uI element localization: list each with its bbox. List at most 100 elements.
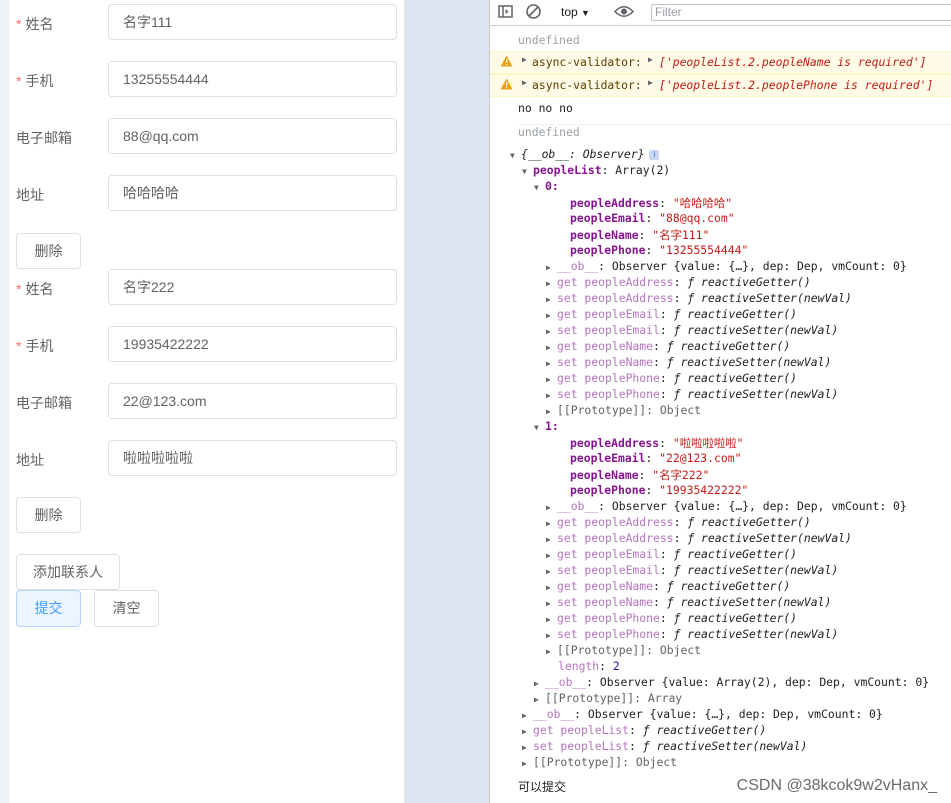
filter-input[interactable]: Filter [651, 4, 951, 21]
tree-line[interactable]: ▶ get peopleName: ƒ reactiveGetter() [546, 339, 951, 353]
accessor-line: set peopleEmail: ƒ reactiveSetter(newVal… [557, 563, 839, 577]
context-selector[interactable]: top ▼ [561, 5, 590, 19]
label-text: 姓名 [25, 16, 54, 32]
expand-arrow-icon[interactable]: ▶ [546, 567, 557, 576]
expand-arrow-icon[interactable]: ▶ [546, 599, 557, 608]
expand-arrow-icon[interactable]: ▶ [546, 359, 557, 368]
collapse-arrow-icon[interactable]: ▼ [510, 151, 521, 160]
accessor-line: get peopleList: ƒ reactiveGetter() [533, 723, 767, 737]
tree-line[interactable]: ▶ get peoplePhone: ƒ reactiveGetter() [546, 611, 951, 625]
address-input-1[interactable]: 哈哈哈哈 [108, 175, 397, 211]
dropdown-arrow-icon: ▼ [581, 8, 590, 18]
collapse-arrow-icon[interactable]: ▼ [522, 167, 533, 176]
expand-arrow-icon[interactable]: ▶ [546, 407, 557, 416]
expand-arrow-icon[interactable]: ▶ [546, 263, 557, 272]
expand-arrow-icon[interactable]: ▶ [546, 551, 557, 560]
tree-line[interactable]: ▶ __ob__: Observer {value: {…}, dep: Dep,… [522, 707, 951, 721]
live-expression-eye-icon[interactable] [613, 4, 635, 22]
tree-line[interactable]: ▼ 0: [534, 179, 951, 193]
phone-label-2: * 手机 [16, 336, 53, 356]
delete-button-1[interactable]: 删除 [16, 233, 81, 269]
expand-arrow-icon[interactable]: ▶ [522, 711, 533, 720]
clear-console-icon[interactable] [525, 3, 542, 23]
tree-line[interactable]: ▶ get peoplePhone: ƒ reactiveGetter() [546, 371, 951, 385]
clear-button[interactable]: 清空 [94, 590, 159, 627]
expand-arrow-icon[interactable]: ▶ [546, 519, 557, 528]
expand-arrow-icon[interactable]: ▶ [546, 615, 557, 624]
tree-line[interactable]: ▶ set peopleAddress: ƒ reactiveSetter(new… [546, 531, 951, 545]
expand-arrow-icon[interactable]: ▶ [546, 391, 557, 400]
tree-line[interactable]: ▼ 1: [534, 419, 951, 433]
accessor-line: get peopleAddress: ƒ reactiveGetter() [557, 515, 811, 529]
tree-line[interactable]: ▶ set peopleEmail: ƒ reactiveSetter(newVa… [546, 563, 951, 577]
tree-property: peoplePhone: "19935422222" [570, 483, 749, 497]
tree-line[interactable]: ▶ set peoplePhone: ƒ reactiveSetter(newVa… [546, 627, 951, 641]
expand-arrow-icon[interactable]: ▶ [546, 583, 557, 592]
property-key: peoplePhone [570, 243, 646, 257]
collapse-arrow-icon[interactable]: ▼ [534, 423, 545, 432]
tree-line[interactable]: ▶ set peopleName: ƒ reactiveSetter(newVal… [546, 595, 951, 609]
expand-arrow-icon[interactable]: ▶ [522, 743, 533, 752]
tree-line[interactable]: ▶ [[Prototype]]: Object [522, 755, 951, 769]
tree-line[interactable]: ▼ {__ob__: Observer} i [510, 147, 951, 161]
expand-arrow-icon[interactable]: ▶ [546, 311, 557, 320]
tree-line[interactable]: ▶ set peopleEmail: ƒ reactiveSetter(newVa… [546, 323, 951, 337]
tree-line[interactable]: ▶ [[Prototype]]: Object [546, 403, 951, 417]
expand-arrow-icon[interactable]: ▶ [522, 727, 533, 736]
submit-button[interactable]: 提交 [16, 590, 81, 627]
tree-line[interactable]: ▶ __ob__: Observer {value: {…}, dep: Dep,… [546, 499, 951, 513]
tree-line[interactable]: ▶ get peopleEmail: ƒ reactiveGetter() [546, 547, 951, 561]
expand-arrow-icon[interactable]: ▶ [546, 279, 557, 288]
address-input-2[interactable]: 啦啦啦啦啦 [108, 440, 397, 476]
expand-arrow-icon[interactable]: ▶ [546, 503, 557, 512]
tree-line[interactable]: ▶ set peopleAddress: ƒ reactiveSetter(new… [546, 291, 951, 305]
name-input-2[interactable]: 名字222 [108, 269, 397, 305]
property-value: ƒ reactiveGetter() [673, 371, 798, 385]
prototype-line: [[Prototype]]: Object [557, 403, 702, 417]
accessor-line: get peopleEmail: ƒ reactiveGetter() [557, 547, 798, 561]
tree-line[interactable]: ▶ set peopleName: ƒ reactiveSetter(newVal… [546, 355, 951, 369]
expand-arrow-icon[interactable]: ▶ [546, 375, 557, 384]
email-input-1[interactable]: 88@qq.com [108, 118, 397, 154]
tree-line[interactable]: ▶ get peopleAddress: ƒ reactiveGetter() [546, 275, 951, 289]
phone-input-2[interactable]: 19935422222 [108, 326, 397, 362]
property-key: get peoplePhone [557, 611, 660, 625]
tree-line[interactable]: ▶ set peopleList: ƒ reactiveSetter(newVal… [522, 739, 951, 753]
collapse-arrow-icon[interactable]: ▼ [534, 183, 545, 192]
tree-line[interactable]: ▶ get peopleEmail: ƒ reactiveGetter() [546, 307, 951, 321]
email-input-2[interactable]: 22@123.com [108, 383, 397, 419]
tree-property: peopleList: Array(2) [533, 163, 671, 177]
tree-line[interactable]: ▶ __ob__: Observer {value: Array(2), dep:… [534, 675, 951, 689]
expand-arrow-icon[interactable]: ▶ [546, 295, 557, 304]
phone-input-1[interactable]: 13255554444 [108, 61, 397, 97]
expand-arrow-icon[interactable]: ▶ [546, 327, 557, 336]
property-value: ƒ reactiveSetter(newVal) [642, 739, 808, 753]
accessor-line: set peopleAddress: ƒ reactiveSetter(newV… [557, 531, 852, 545]
delete-button-2[interactable]: 删除 [16, 497, 81, 533]
tree-line[interactable]: ▶ [[Prototype]]: Array [534, 691, 951, 705]
tree-line[interactable]: ▶ set peoplePhone: ƒ reactiveSetter(newVa… [546, 387, 951, 401]
expand-arrow-icon[interactable]: ▶ [546, 631, 557, 640]
expand-arrow-icon[interactable]: ▶ [522, 759, 533, 768]
tree-line[interactable]: ▶ __ob__: Observer {value: {…}, dep: Dep,… [546, 259, 951, 273]
required-mark: * [16, 281, 22, 297]
property-value: Observer {value: {…}, dep: Dep, vmCount:… [611, 259, 907, 273]
expand-arrow-icon[interactable]: ▶ [546, 535, 557, 544]
expand-arrow-icon[interactable]: ▶ [648, 78, 659, 87]
sidebar-toggle-icon[interactable] [498, 4, 513, 22]
expand-arrow-icon[interactable]: ▶ [546, 343, 557, 352]
expand-arrow-icon[interactable]: ▶ [534, 695, 545, 704]
tree-line[interactable]: ▶ [[Prototype]]: Object [546, 643, 951, 657]
expand-arrow-icon[interactable]: ▶ [546, 647, 557, 656]
tree-line[interactable]: ▶ get peopleName: ƒ reactiveGetter() [546, 579, 951, 593]
tree-line[interactable]: ▶ get peopleAddress: ƒ reactiveGetter() [546, 515, 951, 529]
add-contact-button[interactable]: 添加联系人 [16, 554, 120, 590]
expand-arrow-icon[interactable]: ▶ [534, 679, 545, 688]
required-mark: * [16, 16, 22, 32]
expand-arrow-icon[interactable]: ▶ [648, 55, 659, 64]
property-key: get peopleEmail [557, 307, 660, 321]
tree-line[interactable]: ▶ get peopleList: ƒ reactiveGetter() [522, 723, 951, 737]
tree-line[interactable]: ▼ peopleList: Array(2) [522, 163, 951, 177]
warning-prefix: async-validator: [532, 55, 642, 69]
name-input-1[interactable]: 名字111 [108, 4, 397, 40]
